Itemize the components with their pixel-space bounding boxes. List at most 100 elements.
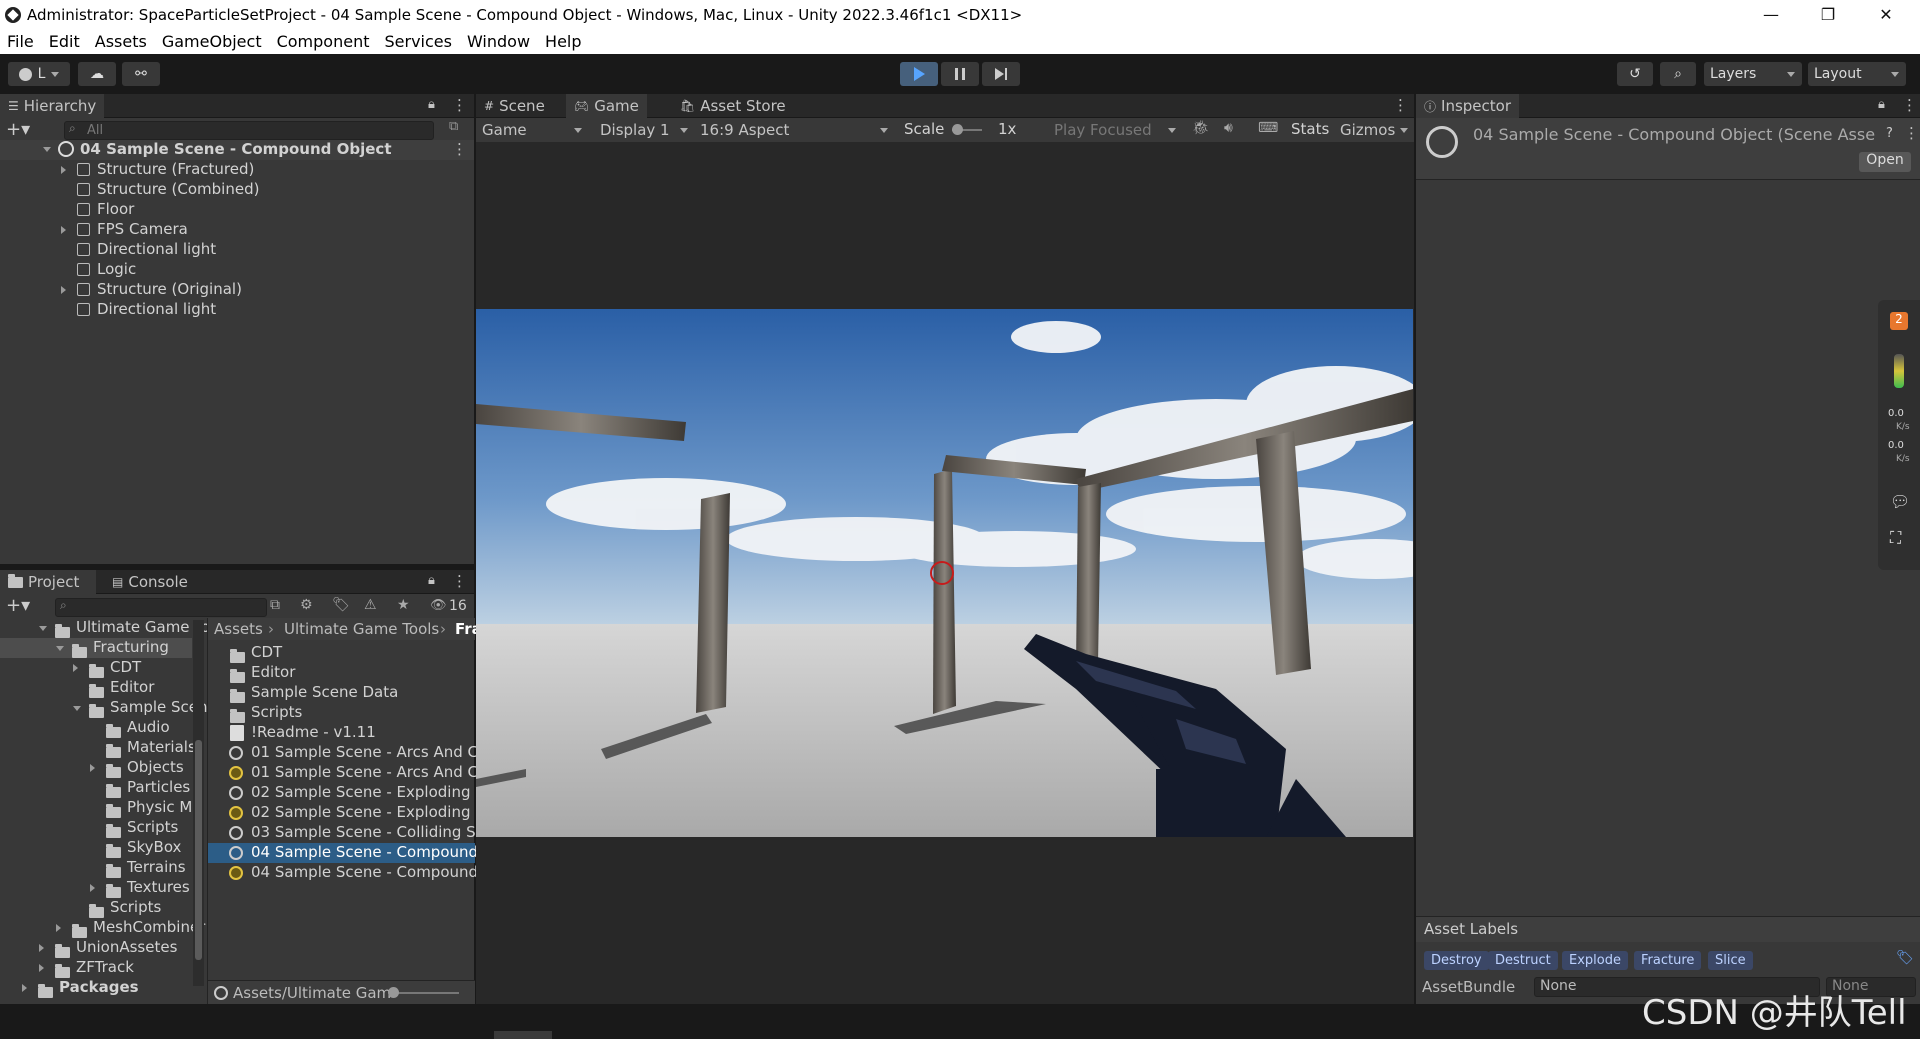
- breadcrumb-assets[interactable]: Assets: [214, 620, 263, 638]
- expand-arrow-icon[interactable]: [90, 764, 95, 772]
- expand-arrow-icon[interactable]: [73, 664, 78, 672]
- breadcrumb-ultimate-game-tools[interactable]: Ultimate Game Tools: [284, 620, 439, 638]
- more-menu-icon[interactable]: ⋮: [452, 96, 467, 114]
- scale-slider[interactable]: [952, 124, 982, 135]
- hierarchy-item[interactable]: Logic: [0, 260, 474, 280]
- tab-scene[interactable]: # Scene: [476, 94, 553, 118]
- inspector-more-icon[interactable]: ⋮: [1904, 124, 1919, 142]
- expand-arrow-icon[interactable]: [61, 166, 66, 174]
- folder-tree-item[interactable]: Audio: [0, 718, 192, 738]
- file-list-item[interactable]: 01 Sample Scene - Arcs And Co: [208, 743, 487, 763]
- project-create-button[interactable]: +▾: [6, 595, 30, 616]
- search-scope-icon[interactable]: ⧉: [270, 597, 280, 613]
- folder-tree-item[interactable]: Sample Scen: [0, 698, 208, 718]
- menu-file[interactable]: File: [7, 32, 34, 51]
- expand-arrow-icon[interactable]: [61, 286, 66, 294]
- play-mode-dropdown[interactable]: Play Focused: [1048, 118, 1182, 142]
- label-explode[interactable]: Explode: [1562, 951, 1628, 970]
- folder-tree-item[interactable]: Scripts: [0, 898, 192, 918]
- lock-icon[interactable]: 🔒︎: [1878, 97, 1885, 112]
- tab-inspector[interactable]: ⓘ Inspector: [1416, 94, 1519, 118]
- warning-icon[interactable]: ⚠: [364, 597, 377, 613]
- file-list-item[interactable]: !Readme - v1.11: [208, 723, 475, 743]
- hierarchy-item[interactable]: Structure (Original): [0, 280, 474, 300]
- display-dropdown[interactable]: Display 1: [594, 118, 694, 142]
- close-button[interactable]: ✕: [1863, 0, 1909, 29]
- minimize-button[interactable]: —: [1748, 0, 1794, 29]
- file-list-item[interactable]: Sample Scene Data: [208, 683, 475, 703]
- label-filter-icon[interactable]: 🏷︎: [332, 597, 350, 613]
- hierarchy-item[interactable]: Floor: [0, 200, 474, 220]
- menu-window[interactable]: Window: [467, 32, 530, 51]
- menu-component[interactable]: Component: [277, 32, 370, 51]
- tab-hierarchy[interactable]: ☰ Hierarchy: [0, 94, 105, 118]
- expand-arrow-icon[interactable]: [39, 964, 44, 972]
- crop-icon[interactable]: ⛶: [1890, 528, 1901, 548]
- hierarchy-item[interactable]: FPS Camera: [0, 220, 474, 240]
- cloud-icon[interactable]: ☁: [78, 62, 116, 86]
- hierarchy-search-input[interactable]: ⌕ All: [64, 121, 434, 140]
- project-search-input[interactable]: ⌕: [55, 598, 267, 617]
- game-viewport[interactable]: [476, 309, 1413, 837]
- layers-dropdown[interactable]: Layers: [1704, 62, 1802, 86]
- tab-project[interactable]: Project: [0, 570, 96, 594]
- maximize-button[interactable]: ❐: [1805, 0, 1851, 29]
- menu-assets[interactable]: Assets: [95, 32, 147, 51]
- folder-tree-item[interactable]: ZFTrack: [0, 958, 192, 978]
- folder-tree-item[interactable]: UnionAssetes: [0, 938, 192, 958]
- tree-scrollbar[interactable]: [193, 620, 204, 986]
- expand-arrow-icon[interactable]: [90, 884, 95, 892]
- menu-services[interactable]: Services: [384, 32, 451, 51]
- folder-tree-item[interactable]: Fracturing: [0, 638, 192, 658]
- tab-console[interactable]: ▤ Console: [104, 570, 196, 594]
- label-slice[interactable]: Slice: [1708, 951, 1753, 970]
- folder-tree-item[interactable]: Textures: [0, 878, 192, 898]
- label-destruct[interactable]: Destruct: [1488, 951, 1558, 970]
- file-list-item[interactable]: 04 Sample Scene - Compound: [208, 863, 478, 883]
- folder-tree-item[interactable]: CDT: [0, 658, 192, 678]
- gizmos-dropdown[interactable]: Gizmos: [1334, 118, 1414, 142]
- hierarchy-item[interactable]: Structure (Fractured): [0, 160, 474, 180]
- lock-icon[interactable]: 🔒︎: [428, 97, 435, 112]
- favorites-star-icon[interactable]: ★: [397, 597, 410, 613]
- folder-tree-item[interactable]: Ultimate Game To: [0, 618, 210, 638]
- notification-badge[interactable]: 2: [1890, 312, 1908, 330]
- chat-icon[interactable]: 💬︎: [1890, 492, 1910, 511]
- history-icon[interactable]: ↺: [1617, 62, 1653, 86]
- expand-arrow-icon[interactable]: [56, 924, 61, 932]
- more-menu-icon[interactable]: ⋮: [452, 572, 467, 590]
- expand-arrow-icon[interactable]: [61, 226, 66, 234]
- file-list-item[interactable]: Editor: [208, 663, 475, 683]
- game-view-dropdown[interactable]: Game: [476, 118, 588, 142]
- file-list-item[interactable]: 01 Sample Scene - Arcs And Co: [208, 763, 487, 783]
- hierarchy-item[interactable]: Directional light: [0, 240, 474, 260]
- menu-gameobject[interactable]: GameObject: [162, 32, 262, 51]
- bug-icon[interactable]: 🐞︎: [1192, 120, 1210, 136]
- label-fracture[interactable]: Fracture: [1634, 951, 1702, 970]
- stats-toggle[interactable]: Stats: [1291, 120, 1329, 138]
- hierarchy-item[interactable]: Directional light: [0, 300, 474, 320]
- visibility-eye-icon[interactable]: 👁︎: [430, 598, 447, 613]
- file-list-item[interactable]: CDT: [208, 643, 475, 663]
- tag-icon[interactable]: 🏷︎: [1896, 950, 1914, 966]
- scene-more-icon[interactable]: ⋮: [452, 140, 467, 158]
- menu-edit[interactable]: Edit: [49, 32, 80, 51]
- create-button[interactable]: +▾: [6, 119, 30, 140]
- help-icon[interactable]: ?: [1886, 126, 1893, 141]
- file-list-item[interactable]: 02 Sample Scene - Exploding F: [208, 803, 484, 823]
- shortcuts-icon[interactable]: ⌨: [1258, 120, 1278, 136]
- expand-arrow-icon[interactable]: [22, 984, 27, 992]
- file-list-item[interactable]: 03 Sample Scene - Colliding Sp: [208, 823, 485, 843]
- file-list-item[interactable]: 02 Sample Scene - Exploding F: [208, 783, 484, 803]
- account-dropdown[interactable]: L: [8, 62, 70, 86]
- more-menu-icon[interactable]: ⋮: [1393, 96, 1408, 114]
- folder-tree-item[interactable]: Particles: [0, 778, 192, 798]
- tab-game[interactable]: 🎮︎ Game: [566, 94, 647, 118]
- expand-arrow-icon[interactable]: [39, 626, 47, 631]
- folder-tree-item[interactable]: Editor: [0, 678, 192, 698]
- menu-help[interactable]: Help: [545, 32, 581, 51]
- more-menu-icon[interactable]: ⋮: [1902, 96, 1917, 114]
- label-destroy[interactable]: Destroy: [1424, 951, 1489, 970]
- aspect-dropdown[interactable]: 16:9 Aspect: [694, 118, 894, 142]
- tab-asset-store[interactable]: 🛍︎ Asset Store: [672, 94, 794, 118]
